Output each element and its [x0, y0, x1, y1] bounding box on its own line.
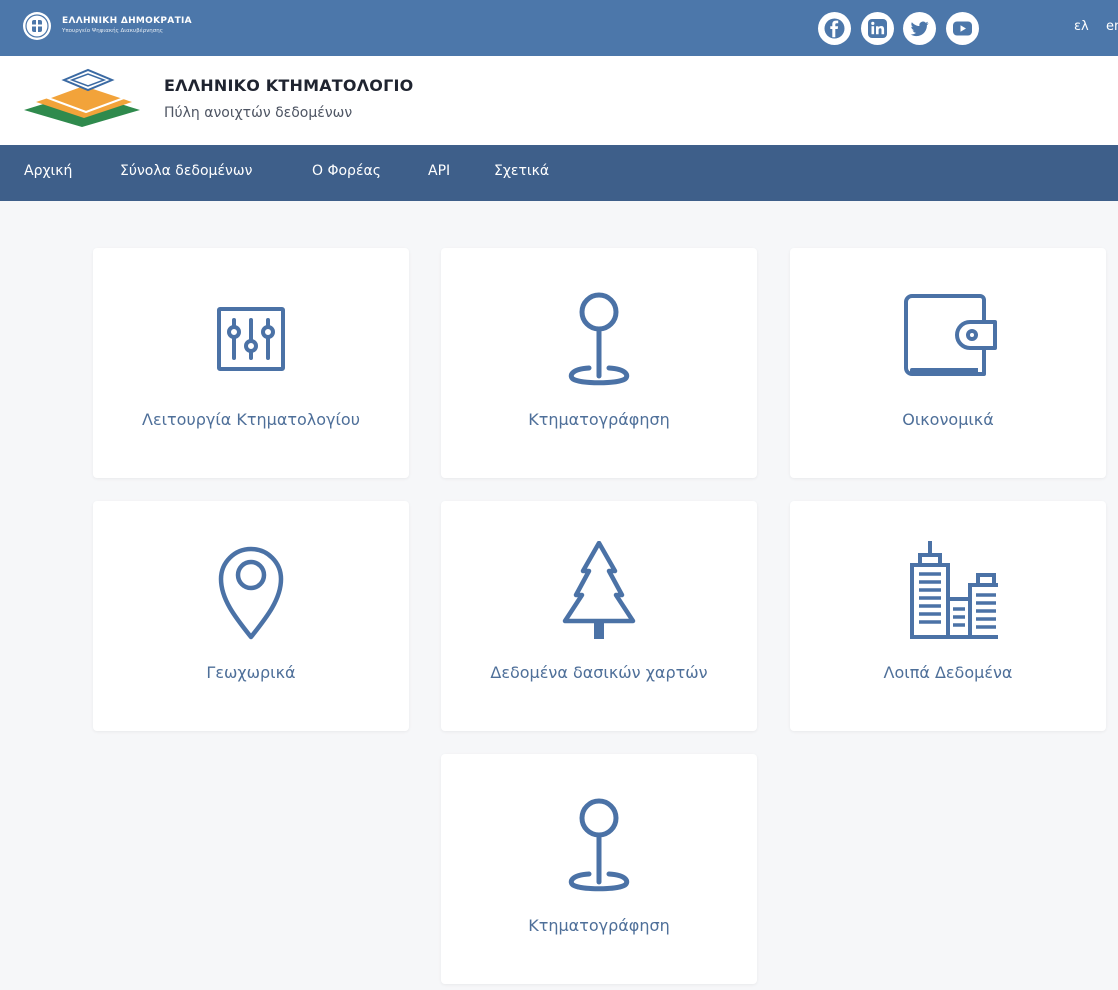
card-label: Κτηματογράφηση [528, 916, 670, 935]
nav-organization[interactable]: Ο Φορέας [312, 163, 381, 179]
map-pin-icon [568, 798, 630, 892]
card-label: Οικονομικά [902, 410, 994, 429]
sliders-icon [217, 307, 285, 371]
category-card-financial[interactable]: Οικονομικά [790, 248, 1106, 478]
category-card-geospatial[interactable]: Γεωχωρικά [93, 501, 409, 731]
card-icon-wrapper [93, 541, 409, 641]
twitter-icon [910, 21, 929, 37]
card-icon-wrapper [441, 794, 757, 894]
site-subtitle: Πύλη ανοιχτών δεδομένων [164, 105, 353, 121]
nav-datasets[interactable]: Σύνολα δεδομένων [120, 163, 252, 179]
government-subtitle: Υπουργείο Ψηφιακής Διακυβέρνησης [62, 28, 163, 34]
card-label: Δεδομένα δασικών χαρτών [490, 663, 708, 682]
map-pin-icon [568, 292, 630, 386]
card-icon-wrapper [441, 288, 757, 388]
card-label: Γεωχωρικά [206, 663, 296, 682]
twitter-link[interactable] [903, 12, 936, 45]
main-navigation: Αρχική Σύνολα δεδομένων Ο Φορέας API Σχε… [0, 145, 1118, 201]
government-text: ΕΛΛΗΝΙΚΗ ΔΗΜΟΚΡΑΤΙΑ Υπουργείο Ψηφιακής Δ… [62, 16, 192, 34]
facebook-icon [824, 18, 845, 39]
card-label: Λειτουργία Κτηματολογίου [142, 410, 360, 429]
card-icon-wrapper [93, 288, 409, 388]
youtube-icon [953, 21, 972, 36]
location-icon [218, 546, 284, 640]
cadastre-logo-icon[interactable] [22, 64, 150, 134]
tree-icon [562, 541, 636, 639]
nav-home[interactable]: Αρχική [24, 163, 72, 179]
linkedin-icon [868, 19, 887, 38]
greek-emblem-icon [23, 12, 51, 40]
wallet-icon [904, 294, 997, 376]
category-card-other-data[interactable]: Λοιπά Δεδομένα [790, 501, 1106, 731]
card-icon-wrapper [790, 288, 1106, 388]
government-bar: ΕΛΛΗΝΙΚΗ ΔΗΜΟΚΡΑΤΙΑ Υπουργείο Ψηφιακής Δ… [0, 0, 1118, 56]
linkedin-link[interactable] [861, 12, 894, 45]
government-title: ΕΛΛΗΝΙΚΗ ΔΗΜΟΚΡΑΤΙΑ [62, 16, 192, 26]
category-card-cadastre-operation[interactable]: Λειτουργία Κτηματολογίου [93, 248, 409, 478]
card-label: Λοιπά Δεδομένα [883, 663, 1013, 682]
nav-api[interactable]: API [428, 163, 450, 179]
category-card-forest-maps[interactable]: Δεδομένα δασικών χαρτών [441, 501, 757, 731]
nav-about[interactable]: Σχετικά [494, 163, 549, 179]
youtube-link[interactable] [946, 12, 979, 45]
facebook-link[interactable] [818, 12, 851, 45]
category-card-mapping[interactable]: Κτηματογράφηση [441, 248, 757, 478]
site-title: ΕΛΛΗΝΙΚΟ ΚΤΗΜΑΤΟΛΟΓΙΟ [164, 76, 414, 95]
category-card-mapping-2[interactable]: Κτηματογράφηση [441, 754, 757, 984]
card-label: Κτηματογράφηση [528, 410, 670, 429]
card-icon-wrapper [441, 541, 757, 641]
buildings-icon [910, 541, 998, 639]
card-icon-wrapper [790, 541, 1106, 641]
language-greek[interactable]: ελ [1074, 19, 1089, 34]
language-english[interactable]: en [1106, 19, 1118, 34]
site-header: ΕΛΛΗΝΙΚΟ ΚΤΗΜΑΤΟΛΟΓΙΟ Πύλη ανοιχτών δεδο… [0, 56, 1118, 145]
